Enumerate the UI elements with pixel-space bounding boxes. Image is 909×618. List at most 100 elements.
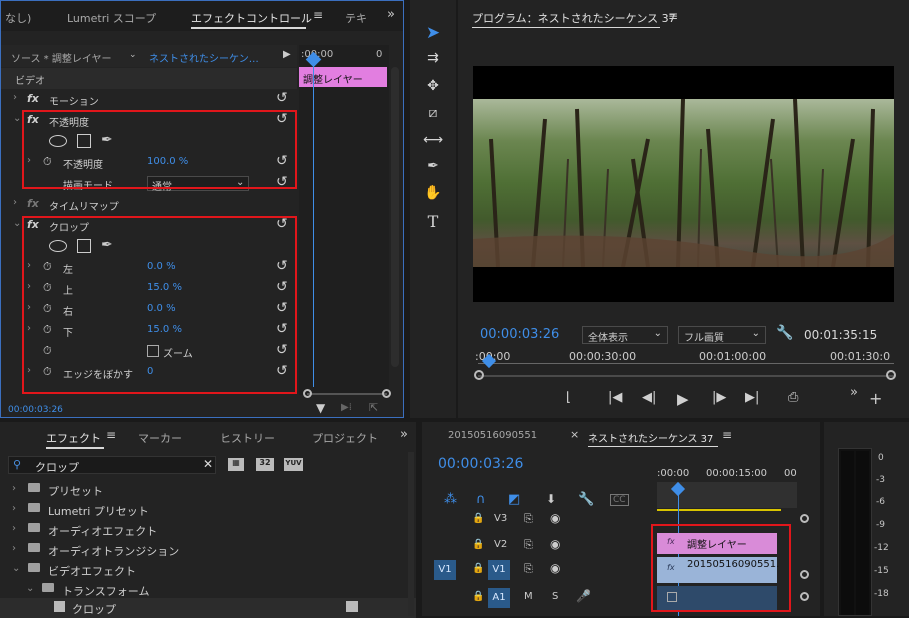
- tab-text[interactable]: テキ: [345, 10, 367, 26]
- effects-item-crop[interactable]: クロップ: [0, 598, 416, 618]
- panel-menu-icon[interactable]: ≡: [106, 428, 116, 442]
- linked-selection-icon[interactable]: ∩: [476, 492, 486, 507]
- timeline-current-timecode[interactable]: 00:00:03:26: [438, 456, 523, 472]
- step-back-icon[interactable]: ◀|: [642, 390, 656, 405]
- more-buttons-icon[interactable]: »: [850, 385, 858, 400]
- tab-project[interactable]: プロジェクト: [312, 430, 378, 446]
- play-icon[interactable]: ▶: [677, 390, 689, 408]
- horizontal-scrollbar[interactable]: [307, 393, 387, 395]
- eye-icon[interactable]: ◉: [550, 511, 560, 525]
- zoom-bar-handle-left[interactable]: [474, 370, 484, 380]
- collapse-icon[interactable]: ⌄: [12, 563, 20, 574]
- hand-tool-icon[interactable]: ✋: [420, 185, 446, 205]
- vertical-scrollbar[interactable]: [391, 67, 399, 367]
- effects-search-input[interactable]: ⚲ クロップ ✕: [8, 456, 216, 474]
- collapse-icon[interactable]: ⌄: [26, 583, 34, 594]
- solo-button[interactable]: S: [552, 591, 558, 602]
- eye-icon[interactable]: ◉: [550, 537, 560, 551]
- pen-tool-icon[interactable]: ✒: [420, 158, 446, 178]
- add-marker-sequence-icon[interactable]: ◩: [508, 492, 520, 507]
- effects-item-presets[interactable]: › プリセット: [0, 479, 416, 499]
- filter-icon[interactable]: ▼: [316, 401, 325, 415]
- expand-icon[interactable]: ›: [13, 92, 17, 103]
- play-audio-icon[interactable]: ▶⁞: [341, 402, 352, 413]
- motion-row[interactable]: › fx モーション ↺: [1, 89, 297, 110]
- step-forward-icon[interactable]: |▶: [712, 390, 726, 405]
- snap-icon[interactable]: ⁂: [444, 492, 457, 507]
- source-patch-v1[interactable]: V1: [434, 560, 456, 580]
- program-current-timecode[interactable]: 00:00:03:26: [480, 327, 559, 342]
- captions-icon[interactable]: CC: [610, 494, 629, 506]
- sync-lock-icon[interactable]: ⎘: [524, 512, 533, 526]
- program-video-frame[interactable]: [473, 66, 894, 302]
- tab-effect-controls[interactable]: エフェクトコントロール: [191, 10, 312, 26]
- tab-effects[interactable]: エフェクト: [46, 430, 101, 446]
- yuv-effects-icon[interactable]: YUV: [284, 458, 303, 471]
- microphone-icon[interactable]: 🎤: [576, 589, 591, 603]
- ripple-edit-tool-icon[interactable]: ✥: [420, 78, 446, 98]
- expand-icon[interactable]: ›: [12, 483, 16, 494]
- effects-item-video-effects[interactable]: ⌄ ビデオエフェクト: [0, 559, 416, 579]
- track-target-v1[interactable]: V1: [488, 560, 510, 580]
- quality-select[interactable]: フル画質 ⌄: [678, 326, 766, 344]
- tab-history[interactable]: ヒストリー: [220, 430, 275, 446]
- effects-scrollbar[interactable]: [408, 452, 414, 616]
- effects-item-audio-transitions[interactable]: › オーディオトランジション: [0, 539, 416, 559]
- track-target-a1[interactable]: A1: [488, 588, 510, 608]
- zoom-fit-select[interactable]: 全体表示 ⌄: [582, 326, 668, 344]
- scroll-handle[interactable]: [800, 570, 809, 579]
- reset-icon[interactable]: ↺: [276, 90, 288, 106]
- scroll-handle[interactable]: [800, 592, 809, 601]
- fx-icon[interactable]: fx: [27, 92, 39, 105]
- collapse-icon[interactable]: ⌄: [13, 113, 21, 124]
- effects-item-transform[interactable]: ⌄ トランスフォーム: [0, 579, 416, 599]
- dropdown-icon[interactable]: ⌄: [129, 50, 137, 60]
- program-title[interactable]: プログラム：ネストされたシーケンス 37: [472, 10, 676, 26]
- expand-icon[interactable]: ›: [12, 523, 16, 534]
- work-area-bar[interactable]: [657, 509, 781, 511]
- panel-menu-icon[interactable]: ≡: [313, 8, 323, 22]
- mark-in-icon[interactable]: ⌊: [566, 390, 571, 405]
- tab-none[interactable]: なし): [5, 10, 31, 26]
- more-tabs-icon[interactable]: »: [400, 427, 408, 442]
- panel-menu-icon[interactable]: ≡: [668, 9, 678, 23]
- 32bit-effects-icon[interactable]: 32: [256, 458, 274, 471]
- type-tool-icon[interactable]: T: [420, 212, 446, 232]
- export-frame-icon[interactable]: ⎙: [788, 390, 798, 405]
- eye-icon[interactable]: ◉: [550, 561, 560, 575]
- effects-item-lumetri-presets[interactable]: › Lumetri プリセット: [0, 499, 416, 519]
- tab-sequence-source[interactable]: 20150516090551: [448, 430, 537, 441]
- export-icon[interactable]: ⇱: [369, 401, 378, 414]
- track-select-tool-icon[interactable]: ⇉: [420, 50, 446, 70]
- scroll-handle-left[interactable]: [303, 389, 312, 398]
- scroll-handle-right[interactable]: [382, 389, 391, 398]
- expand-icon[interactable]: ›: [12, 503, 16, 514]
- program-zoom-bar[interactable]: [478, 375, 894, 377]
- scroll-handle[interactable]: [800, 514, 809, 523]
- go-to-in-icon[interactable]: |◀: [608, 390, 622, 405]
- lock-icon[interactable]: 🔒: [472, 591, 484, 602]
- program-ruler[interactable]: [478, 363, 894, 367]
- selection-tool-icon[interactable]: ➤: [420, 23, 446, 43]
- effects-item-audio-effects[interactable]: › オーディオエフェクト: [0, 519, 416, 539]
- tab-nested-sequence[interactable]: ネストされたシーケンス 37: [588, 430, 713, 445]
- go-to-out-icon[interactable]: ▶|: [745, 390, 759, 405]
- accelerated-effects-icon[interactable]: ▦: [228, 458, 244, 471]
- expand-icon[interactable]: ›: [13, 197, 17, 208]
- panel-menu-icon[interactable]: ≡: [722, 428, 732, 442]
- tab-markers[interactable]: マーカー: [138, 430, 182, 446]
- play-clip-icon[interactable]: ▶: [283, 49, 291, 60]
- add-button-icon[interactable]: +: [869, 389, 882, 408]
- lock-icon[interactable]: 🔒: [472, 563, 484, 574]
- marker-icon[interactable]: ⬇: [546, 492, 556, 506]
- zoom-bar-handle-right[interactable]: [886, 370, 896, 380]
- sequence-label[interactable]: ネストされたシーケン…: [149, 50, 259, 65]
- lock-icon[interactable]: 🔒: [472, 513, 484, 524]
- expand-icon[interactable]: ›: [12, 543, 16, 554]
- wrench-icon[interactable]: 🔧: [776, 325, 793, 341]
- lock-icon[interactable]: 🔒: [472, 539, 484, 550]
- sync-lock-icon[interactable]: ⎘: [524, 562, 533, 576]
- collapse-icon[interactable]: ⌄: [13, 218, 21, 229]
- tab-lumetri-scopes[interactable]: Lumetri スコープ: [67, 10, 156, 26]
- sync-lock-icon[interactable]: ⎘: [524, 538, 533, 552]
